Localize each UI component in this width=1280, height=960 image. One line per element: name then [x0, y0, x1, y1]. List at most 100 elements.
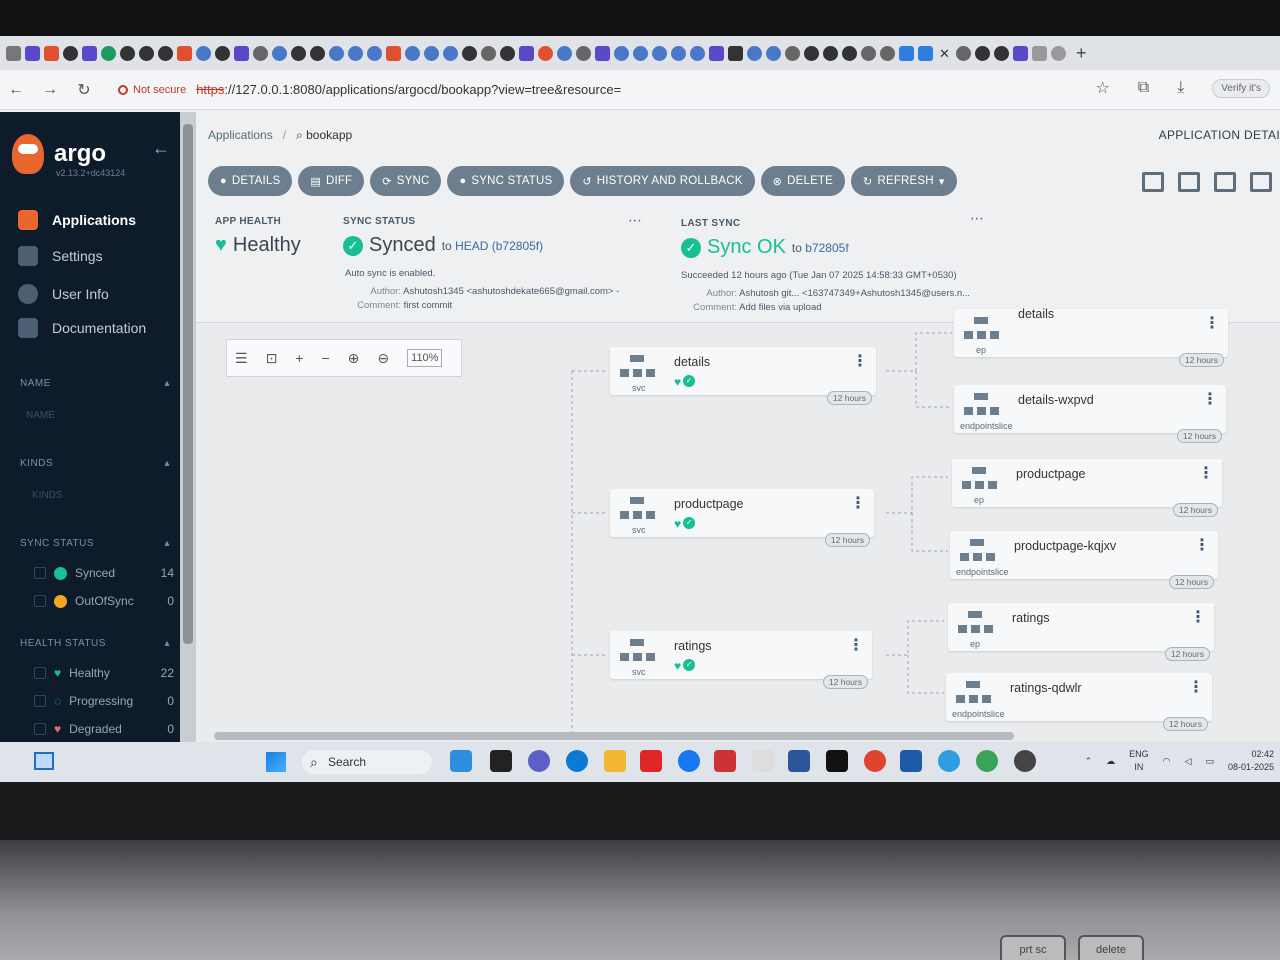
history-rollback-button[interactable]: ↺ HISTORY AND ROLLBACK	[570, 166, 755, 196]
tab-favicon[interactable]	[519, 45, 534, 61]
filter-health-title[interactable]: HEALTH STATUS ▴	[20, 638, 170, 649]
app-icon[interactable]	[450, 750, 472, 772]
resource-node-ratings-svc[interactable]: svc ratings ♥ ✓ ⋮ 12 hours	[610, 631, 872, 689]
settings-gear-icon[interactable]	[1014, 750, 1036, 772]
resource-tree-canvas[interactable]: ☰ ⊡ + − ⊕ ⊖ 110% svc details ♥ ✓ ⋮ 12 hou…	[196, 307, 1280, 742]
sidebar-item-user-info[interactable]: User Info	[18, 284, 109, 304]
zoom-out-icon[interactable]: ⊖	[377, 350, 389, 367]
tab-favicon[interactable]	[44, 45, 59, 61]
start-icon[interactable]	[266, 752, 286, 772]
node-menu-icon[interactable]: ⋮	[1204, 316, 1220, 332]
wifi-icon[interactable]: ◠	[1163, 756, 1171, 767]
node-menu-icon[interactable]: ⋮	[848, 638, 864, 654]
tab-favicon[interactable]	[367, 45, 382, 61]
resource-node-ratings-ep[interactable]: ep ratings ⋮ 12 hours	[948, 603, 1214, 661]
github-icon[interactable]	[215, 45, 230, 61]
github-icon[interactable]	[823, 45, 838, 61]
pods-view-icon[interactable]	[1178, 172, 1200, 192]
sidebar-item-documentation[interactable]: Documentation	[18, 318, 146, 338]
node-menu-icon[interactable]: ⋮	[1198, 466, 1214, 482]
tab-favicon[interactable]	[1051, 45, 1066, 61]
tab-favicon[interactable]	[101, 45, 116, 61]
resource-node-details-endpointslice[interactable]: endpointslice details-wxpvd ⋮ 12 hours	[954, 385, 1226, 443]
node-menu-icon[interactable]: ⋮	[1190, 610, 1206, 626]
tab-favicon[interactable]	[405, 45, 420, 61]
name-filter-input[interactable]: NAME	[26, 410, 55, 421]
scrollbar-thumb[interactable]	[183, 124, 193, 644]
language-indicator[interactable]: ENG IN	[1129, 748, 1149, 774]
last-sync-menu-icon[interactable]: ⋯	[970, 210, 985, 227]
filter-sync-synced[interactable]: Synced 14	[34, 566, 174, 580]
tab-favicon[interactable]	[766, 45, 781, 61]
github-icon[interactable]	[994, 45, 1009, 61]
tab-favicon[interactable]	[671, 45, 686, 61]
widgets-icon[interactable]	[34, 752, 54, 770]
chrome-icon[interactable]	[976, 750, 998, 772]
tree-view-icon[interactable]	[1142, 172, 1164, 192]
github-icon[interactable]	[158, 45, 173, 61]
tab-favicon[interactable]	[386, 45, 401, 61]
filter-sync-title[interactable]: SYNC STATUS ▴	[20, 538, 170, 549]
diff-button[interactable]: ▤ DIFF	[298, 166, 365, 196]
sync-status-button[interactable]: ● SYNC STATUS	[447, 166, 565, 196]
app-icon[interactable]	[752, 750, 774, 772]
tab-favicon[interactable]	[918, 45, 933, 61]
clock[interactable]: 02:42 08-01-2025	[1228, 748, 1274, 774]
github-icon[interactable]	[842, 45, 857, 61]
tab-favicon[interactable]	[652, 45, 667, 61]
github-icon[interactable]	[120, 45, 135, 61]
tab-favicon[interactable]	[709, 45, 724, 61]
breadcrumb-applications[interactable]: Applications	[208, 128, 273, 143]
tab-favicon[interactable]	[1032, 45, 1047, 61]
forward-icon[interactable]: →	[42, 81, 58, 99]
app-icon[interactable]	[490, 750, 512, 772]
resource-node-details-svc[interactable]: svc details ♥ ✓ ⋮ 12 hours	[610, 347, 876, 405]
file-explorer-icon[interactable]	[604, 750, 626, 772]
checkbox[interactable]	[34, 567, 46, 579]
tab-favicon[interactable]	[785, 45, 800, 61]
chrome-icon[interactable]	[864, 750, 886, 772]
back-icon[interactable]: ←	[8, 81, 24, 99]
tab-favicon[interactable]	[595, 45, 610, 61]
tab-favicon[interactable]	[443, 45, 458, 61]
tab-favicon[interactable]	[747, 45, 762, 61]
tab-favicon[interactable]	[234, 45, 249, 61]
checkbox[interactable]	[34, 723, 46, 735]
tab-favicon[interactable]	[956, 45, 971, 61]
node-menu-icon[interactable]: ⋮	[850, 496, 866, 512]
sync-status-menu-icon[interactable]: ⋯	[628, 212, 643, 229]
tab-favicon[interactable]	[348, 45, 363, 61]
resource-node-ratings-endpointslice[interactable]: endpointslice ratings-qdwlr ⋮ 12 hours	[946, 673, 1212, 731]
fit-icon[interactable]: ⊡	[266, 350, 278, 367]
github-icon[interactable]	[975, 45, 990, 61]
tab-favicon[interactable]	[861, 45, 876, 61]
notepad-icon[interactable]	[900, 750, 922, 772]
tab-favicon[interactable]	[880, 45, 895, 61]
tab-favicon[interactable]	[728, 45, 743, 61]
url-field[interactable]: https://127.0.0.1:8080/applications/argo…	[196, 82, 621, 97]
sync-revision-link[interactable]: HEAD (b72805f)	[455, 239, 543, 253]
tab-favicon[interactable]	[690, 45, 705, 61]
details-button[interactable]: ● DETAILS	[208, 166, 293, 196]
tab-favicon[interactable]	[1013, 45, 1028, 61]
word-icon[interactable]	[788, 750, 810, 772]
profile-button[interactable]: Verify it's	[1212, 78, 1270, 98]
network-view-icon[interactable]	[1214, 172, 1236, 192]
tab-favicon[interactable]	[538, 45, 553, 61]
filter-health-progressing[interactable]: ◌ Progressing 0	[34, 694, 174, 708]
security-indicator[interactable]: Not secure	[118, 84, 186, 96]
sidebar-item-applications[interactable]: Applications	[18, 210, 136, 230]
facebook-icon[interactable]	[678, 750, 700, 772]
resource-node-productpage-ep[interactable]: ep productpage ⋮ 12 hours	[952, 459, 1222, 517]
filter-health-healthy[interactable]: ♥ Healthy 22	[34, 666, 174, 680]
tab-favicon[interactable]	[177, 45, 192, 61]
kinds-filter-input[interactable]: KINDS	[32, 490, 63, 501]
filter-name-title[interactable]: NAME ▴	[20, 378, 170, 389]
tab-favicon[interactable]	[196, 45, 211, 61]
node-menu-icon[interactable]: ⋮	[852, 354, 868, 370]
reload-icon[interactable]: ↻	[76, 80, 92, 100]
app-icon[interactable]	[528, 750, 550, 772]
github-icon[interactable]	[139, 45, 154, 61]
tab-favicon[interactable]	[633, 45, 648, 61]
checkbox[interactable]	[34, 595, 46, 607]
